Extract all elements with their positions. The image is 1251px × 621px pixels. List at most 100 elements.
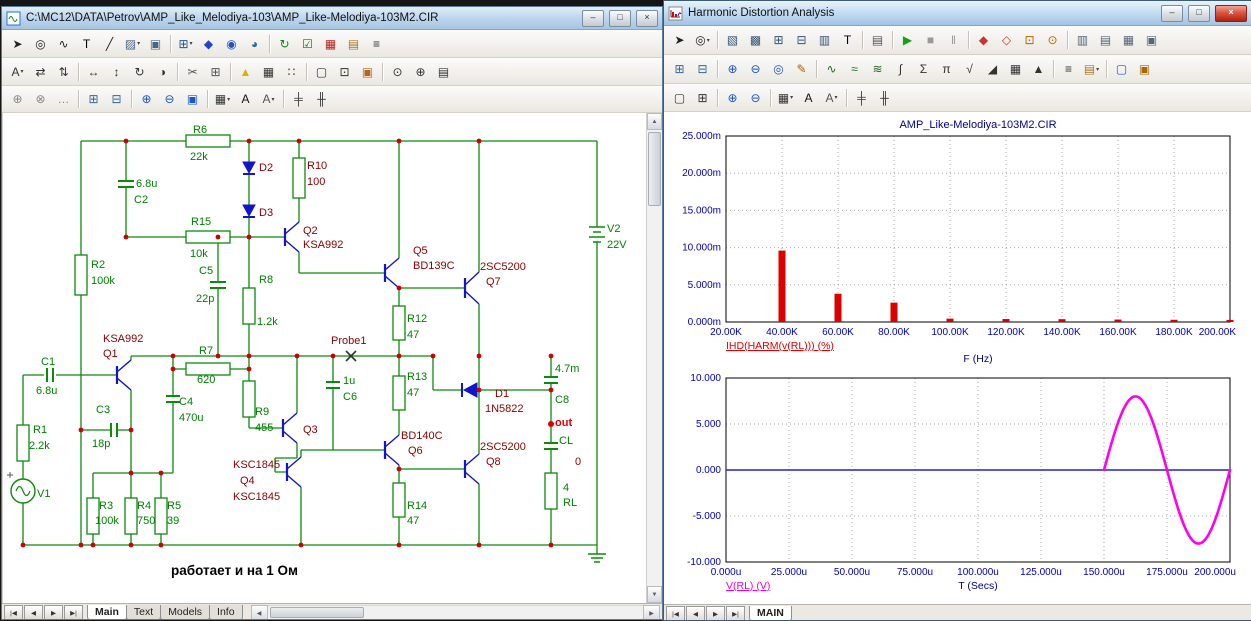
calculator-icon[interactable]: ≡ — [365, 33, 388, 55]
rotate-icon[interactable]: ↻ — [128, 61, 151, 83]
schematic-label[interactable]: 620 — [197, 374, 215, 386]
search-icon[interactable]: ⊙ — [386, 61, 409, 83]
auto-scale-icon[interactable]: ◎ — [767, 58, 790, 80]
schematic-label[interactable]: 22p — [196, 293, 214, 305]
more-options-icon[interactable]: … — [52, 88, 75, 110]
collapse-all-icon[interactable]: ⊗ — [29, 88, 52, 110]
zoom-out-icon[interactable]: ⊖ — [744, 87, 767, 109]
border-display-icon[interactable]: ▣ — [356, 61, 379, 83]
schematic-label[interactable]: Probe1 — [331, 335, 366, 347]
page-tab-text[interactable]: Text — [126, 605, 161, 620]
zoom-in-icon[interactable]: ⊕ — [135, 88, 158, 110]
single-layout-icon[interactable]: ⊟ — [691, 58, 714, 80]
page-tab-main[interactable]: Main — [87, 605, 127, 620]
schematic-label[interactable]: R13 — [407, 371, 427, 383]
schematic-label[interactable]: Q3 — [303, 424, 318, 436]
schematic-label[interactable]: R8 — [259, 274, 273, 286]
minimize-button[interactable]: – — [582, 10, 604, 27]
schematic-label[interactable]: 100k — [91, 275, 115, 287]
nav-next-button[interactable]: ▶ — [44, 605, 63, 620]
digital-grid-icon[interactable]: ▦ — [319, 33, 342, 55]
grid-dots-icon[interactable]: ∷ — [280, 61, 303, 83]
schematic-label[interactable]: 2SC5200 — [480, 441, 526, 453]
dropdown-arrow-icon[interactable]: ▾ — [21, 68, 24, 75]
schematic-label[interactable]: Q5 — [413, 245, 428, 257]
schematic-label[interactable]: Q7 — [486, 276, 501, 288]
pan-mode-icon[interactable]: ◎▾ — [691, 29, 714, 51]
harmonic-bar[interactable] — [1003, 319, 1010, 322]
hscroll-thumb[interactable] — [270, 607, 364, 618]
maximize-button[interactable]: □ — [1188, 5, 1210, 22]
schematic-label[interactable]: D3 — [259, 207, 273, 219]
harmonic-bar[interactable] — [1059, 319, 1066, 322]
graphics-tool-icon[interactable]: ▨▾ — [121, 33, 144, 55]
harmonic-bar[interactable] — [1171, 320, 1178, 322]
series-legend[interactable]: IHD(HARM(v(RL))) (%) — [726, 340, 834, 352]
schematic-label[interactable]: работает и на 1 Ом — [171, 563, 298, 578]
schematic-label[interactable]: R2 — [91, 259, 105, 271]
change-views-icon[interactable]: ↻ — [273, 33, 296, 55]
battery-v2[interactable] — [589, 227, 605, 242]
hscroll-track[interactable] — [268, 605, 643, 620]
tile-vertical-icon[interactable]: ▥ — [1071, 29, 1094, 51]
stop-icon[interactable]: ■ — [919, 29, 942, 51]
nav-prev-button[interactable]: ◀ — [24, 605, 43, 620]
schematic-label[interactable]: 100k — [95, 515, 119, 527]
schematic-label[interactable]: 47 — [407, 515, 419, 527]
schematic-label[interactable]: 18p — [92, 438, 110, 450]
grid-options-icon[interactable]: ▦▾ — [774, 87, 797, 109]
schematic-label[interactable]: 47 — [407, 387, 419, 399]
schematic-label[interactable]: 0 — [575, 456, 581, 468]
close-button[interactable]: × — [1215, 5, 1247, 22]
vertical-scrollbar[interactable]: ▲ ▼ — [646, 113, 662, 603]
plot-area[interactable]: AMP_Like-Melodiya-103M2.CIR25.000m20.000… — [664, 112, 1251, 604]
vscroll-thumb[interactable] — [648, 132, 661, 206]
schematic-label[interactable]: C4 — [179, 396, 193, 408]
nav-first-button[interactable]: |◀ — [4, 605, 23, 620]
dropdown-arrow-icon[interactable]: ▾ — [227, 96, 230, 103]
tile-horizontal-icon[interactable]: ▤ — [1094, 29, 1117, 51]
page-info-icon[interactable]: ▤ — [432, 61, 455, 83]
cut-icon[interactable]: ✂ — [181, 61, 204, 83]
schematic-label[interactable]: C8 — [555, 394, 569, 406]
schematic-label[interactable]: Q4 — [240, 475, 255, 487]
schematic-label[interactable]: R4 — [137, 500, 151, 512]
flip-horizontal-icon[interactable]: ↔ — [82, 61, 105, 83]
schematic-label[interactable]: KSA992 — [303, 239, 343, 251]
schematic-label[interactable]: 4 — [563, 482, 569, 494]
schematic-label[interactable]: 2.2k — [29, 440, 50, 452]
right-titlebar[interactable]: Harmonic Distortion Analysis – □ × — [664, 1, 1251, 26]
scale-mode-icon[interactable]: ▧ — [721, 29, 744, 51]
vertical-spacing-icon[interactable]: ╫ — [873, 87, 896, 109]
schematic-label[interactable]: KSC1845 — [233, 459, 280, 471]
zoom-in-icon[interactable]: ⊕ — [721, 87, 744, 109]
schematic-label[interactable]: out — [555, 417, 572, 429]
go-to-x-icon[interactable]: ⊡ — [1018, 29, 1041, 51]
sqrt-func-icon[interactable]: √ — [958, 58, 981, 80]
grid-snap-icon[interactable]: ▦ — [257, 61, 280, 83]
schematic-label[interactable]: Q2 — [303, 225, 318, 237]
step-list-icon[interactable]: ⇅ — [52, 61, 75, 83]
scale-box-icon[interactable]: ⊞ — [691, 87, 714, 109]
schematic-label[interactable]: R10 — [307, 160, 327, 172]
page-tab-models[interactable]: Models — [160, 605, 210, 620]
cascade-windows-icon[interactable]: ▣ — [1140, 29, 1163, 51]
select-mode-icon[interactable]: ➤ — [6, 33, 29, 55]
schematic-label[interactable]: 470u — [179, 412, 203, 424]
component-browser-icon[interactable]: ⊞▾ — [174, 33, 197, 55]
go-to-y-icon[interactable]: ⊙ — [1041, 29, 1064, 51]
schematic-label[interactable]: R1 — [33, 424, 47, 436]
schematic-canvas[interactable]: R622k6.8uC2R1510kD2D3R10100Q2KSA992R2100… — [2, 113, 646, 603]
schematic-label[interactable]: CL — [559, 435, 573, 447]
schematic-label[interactable]: 1.2k — [257, 316, 278, 328]
dropdown-arrow-icon[interactable]: ▾ — [1096, 66, 1099, 73]
schematic-label[interactable]: 100 — [307, 176, 325, 188]
schematic-label[interactable]: 6.8u — [136, 178, 157, 190]
harmonic-bar[interactable] — [779, 251, 786, 322]
waveform-buffer-icon[interactable]: ▣ — [1133, 58, 1156, 80]
schematic-label[interactable]: 2SC5200 — [480, 261, 526, 273]
dropdown-arrow-icon[interactable]: ▾ — [790, 94, 793, 101]
performance-tag-icon[interactable]: ▥ — [813, 29, 836, 51]
schematic-label[interactable]: 22k — [190, 151, 208, 163]
schematic-label[interactable]: KSA992 — [103, 333, 143, 345]
